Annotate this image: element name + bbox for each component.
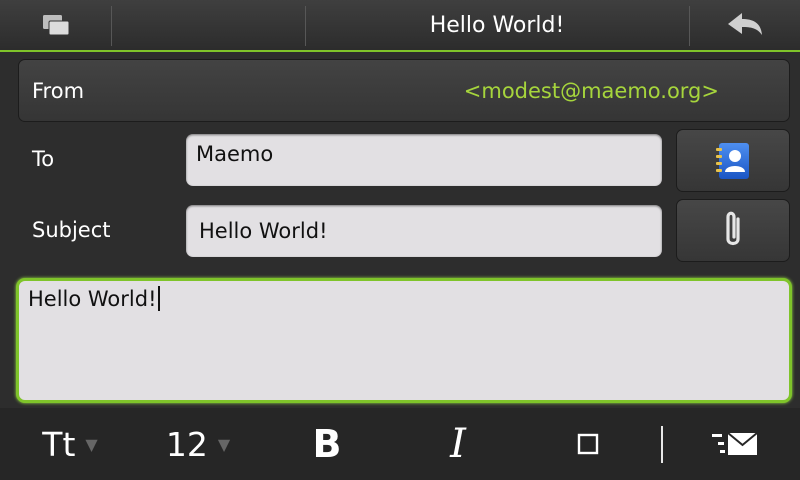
bold-button[interactable]: B bbox=[287, 408, 367, 480]
back-arrow-icon bbox=[728, 13, 762, 35]
font-label: Tt bbox=[42, 424, 76, 464]
from-value: <modest@maemo.org> bbox=[463, 79, 719, 103]
text-cursor bbox=[157, 286, 160, 311]
from-selector[interactable]: From <modest@maemo.org> bbox=[18, 59, 790, 122]
font-size-selector[interactable]: 12 ▼ bbox=[148, 408, 248, 480]
chevron-down-icon: ▼ bbox=[217, 434, 231, 454]
message-body-editor[interactable]: Hello World! bbox=[16, 278, 792, 403]
add-contact-button[interactable] bbox=[676, 129, 790, 192]
separator bbox=[111, 6, 112, 46]
paperclip-icon bbox=[726, 211, 740, 245]
from-label: From bbox=[32, 79, 85, 103]
format-button[interactable] bbox=[558, 408, 618, 480]
bold-label: B bbox=[312, 422, 342, 466]
italic-button[interactable]: I bbox=[418, 408, 498, 480]
toolbar-separator bbox=[661, 426, 663, 463]
task-switcher-icon bbox=[42, 15, 69, 36]
subject-label: Subject bbox=[32, 218, 111, 242]
message-body-text: Hello World! bbox=[28, 287, 157, 311]
title-bar: Hello World! bbox=[0, 0, 800, 52]
compose-form: From <modest@maemo.org> To Maemo Subject… bbox=[0, 52, 800, 408]
italic-label: I bbox=[450, 421, 466, 467]
chevron-down-icon: ▼ bbox=[85, 434, 98, 454]
font-selector[interactable]: Tt ▼ bbox=[20, 408, 120, 480]
to-field[interactable]: Maemo bbox=[186, 134, 662, 186]
window-title: Hello World! bbox=[429, 13, 565, 38]
contacts-icon bbox=[716, 142, 749, 179]
send-mail-icon bbox=[712, 432, 758, 455]
send-button[interactable] bbox=[700, 408, 770, 480]
back-button[interactable] bbox=[690, 0, 800, 50]
to-label: To bbox=[32, 147, 55, 171]
task-switcher-button[interactable] bbox=[0, 0, 111, 50]
font-size-label: 12 bbox=[165, 424, 208, 464]
formatting-toolbar: Tt ▼ 12 ▼ B I bbox=[0, 408, 800, 480]
square-icon bbox=[577, 433, 599, 455]
subject-field[interactable]: Hello World! bbox=[186, 205, 662, 257]
attach-button[interactable] bbox=[676, 199, 790, 262]
